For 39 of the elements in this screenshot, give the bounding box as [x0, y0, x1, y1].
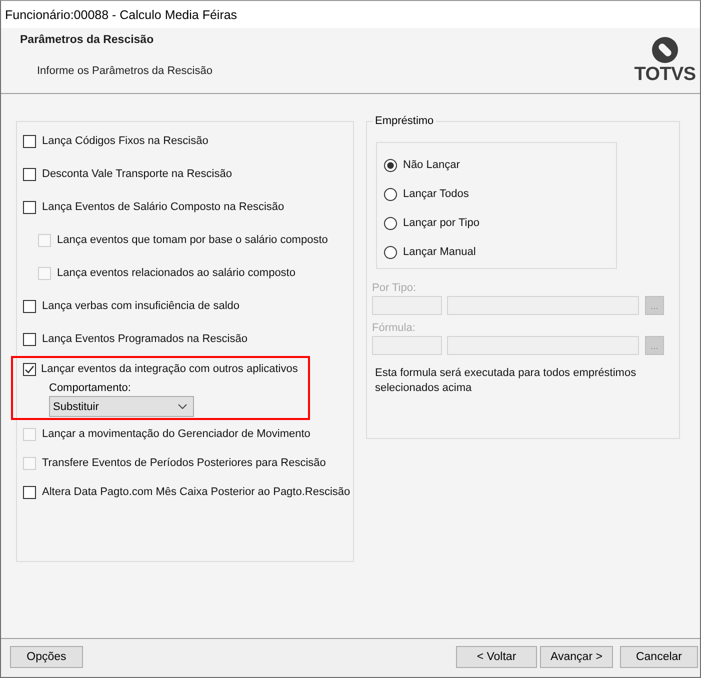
checkbox-label[interactable]: Desconta Vale Transporte na Rescisão — [42, 167, 232, 182]
checkbox[interactable] — [23, 135, 36, 148]
checkbox[interactable] — [23, 486, 36, 499]
field-label: Fórmula: — [372, 321, 416, 336]
radio-label[interactable]: Lançar Manual — [403, 245, 476, 260]
checkbox[interactable] — [23, 333, 36, 346]
radio-label[interactable]: Lançar Todos — [403, 187, 469, 202]
checkbox-label[interactable]: Lança Eventos de Salário Composto na Rescisão — [42, 200, 284, 215]
radio-button[interactable] — [384, 246, 397, 259]
field-label: Comportamento: — [49, 381, 132, 396]
chevron-down-icon — [178, 404, 187, 409]
radio-button[interactable] — [384, 188, 397, 201]
checkbox[interactable] — [23, 201, 36, 214]
radio-label[interactable]: Lançar por Tipo — [403, 216, 480, 231]
window-title: Funcionário:00088 - Calculo Media Féiras — [5, 8, 238, 22]
note-text: Esta formula será executada para todos empréstimos selecionados acima — [374, 366, 637, 396]
checkbox-label[interactable]: Lançar eventos da integração com outros aplicativos — [41, 362, 298, 376]
checkbox-label[interactable]: Lança Eventos Programados na Rescisão — [42, 332, 248, 347]
behavior-dropdown[interactable]: Substituir — [49, 396, 194, 417]
check-icon — [24, 364, 35, 374]
page-title: Parâmetros da Rescisão — [20, 33, 155, 48]
field-label: Por Tipo: — [372, 281, 418, 296]
checkbox[interactable] — [23, 300, 36, 313]
radio-label[interactable]: Não Lançar — [403, 158, 460, 173]
radio-button[interactable] — [384, 217, 397, 230]
group-title: Empréstimo — [373, 114, 436, 129]
checkbox-label[interactable]: Lança verbas com insuficiência de saldo — [42, 299, 240, 314]
checkbox-label[interactable]: Altera Data Pagto.com Mês Caixa Posterior ao Pagto.Rescisão — [42, 485, 350, 500]
logo-text: TOTVS — [634, 65, 696, 85]
logo-icon — [652, 37, 678, 63]
radio-button[interactable] — [384, 159, 397, 172]
footer-button[interactable]: Opções — [10, 646, 83, 668]
checkbox[interactable] — [23, 168, 36, 181]
footer-button[interactable]: Cancelar — [620, 646, 698, 668]
checkbox-label[interactable]: Lança Códigos Fixos na Rescisão — [42, 134, 208, 149]
checkbox[interactable] — [23, 362, 36, 376]
footer-button[interactable]: < Voltar — [456, 646, 537, 668]
footer-button[interactable]: Avançar > — [540, 646, 613, 668]
page-subtitle: Informe os Parâmetros da Rescisão — [36, 64, 212, 79]
